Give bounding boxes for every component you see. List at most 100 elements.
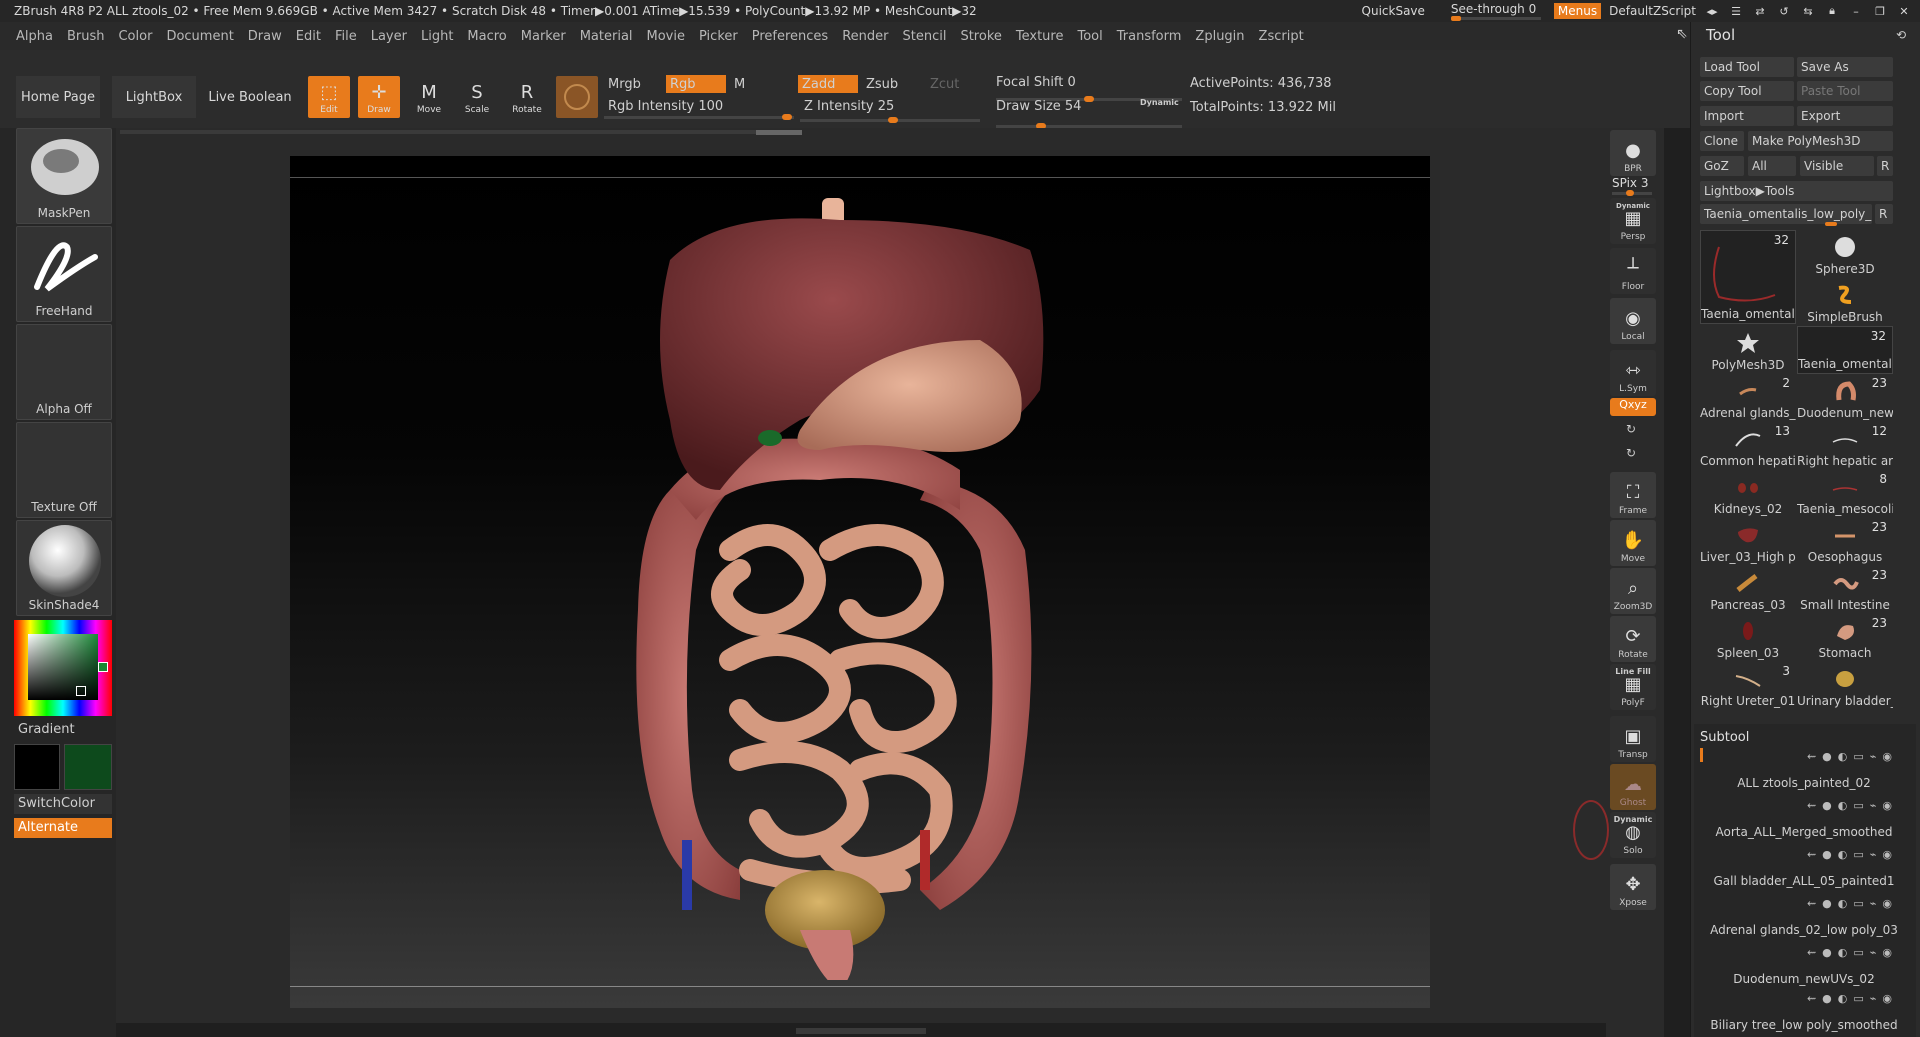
tool-cell-taenia-omentalis-selected[interactable]: 32 Taenia_omentali <box>1797 326 1893 374</box>
copy-tool-button[interactable]: Copy Tool <box>1700 81 1794 101</box>
tool-cell-taenia-mesocolica[interactable]: 8 Taenia_mesocoli <box>1797 470 1893 518</box>
redo-icon[interactable]: ⇆ <box>1800 4 1816 18</box>
m-button[interactable]: M <box>730 75 790 93</box>
tool-cell-right-ureter[interactable]: 3 Right Ureter_01 <box>1700 662 1796 710</box>
tool-palette-title[interactable]: Tool <box>1706 26 1735 44</box>
transp-button[interactable]: ▣ Transp <box>1610 716 1656 762</box>
menu-picker[interactable]: Picker <box>699 29 738 44</box>
y-rotate-icon[interactable]: ↻ <box>1626 422 1636 436</box>
tool-cell-right-hepatic[interactable]: 12 Right hepatic art <box>1797 422 1893 470</box>
tool-cell-urinary-bladder[interactable]: Urinary bladder_ <box>1797 662 1893 710</box>
live-boolean-button[interactable]: Live Boolean <box>208 76 292 118</box>
lightbox-button[interactable]: LightBox <box>112 76 196 118</box>
goz-visible-button[interactable]: Visible <box>1800 156 1874 176</box>
see-through-slider[interactable]: See-through 0 <box>1450 2 1546 21</box>
menu-texture[interactable]: Texture <box>1016 29 1064 44</box>
make-polymesh3d-button[interactable]: Make PolyMesh3D <box>1748 131 1893 151</box>
menu-zscript[interactable]: Zscript <box>1259 29 1304 44</box>
tool-cell-adrenal-glands[interactable]: 2 Adrenal glands_( <box>1700 374 1796 422</box>
rgb-intensity-slider[interactable] <box>604 114 794 120</box>
floor-button[interactable]: ┴ Floor <box>1610 248 1656 294</box>
subtool-row[interactable]: ⇜●◐▭⌁◉ Adrenal glands_02_low poly_03 <box>1706 891 1902 941</box>
subtool-controls-icon[interactable]: ⇜●◐▭⌁◉ <box>1807 750 1898 763</box>
menu-zplugin[interactable]: Zplugin <box>1195 29 1244 44</box>
lsym-button[interactable]: ⇿ L.Sym <box>1610 350 1656 396</box>
tool-cell-duodenum[interactable]: 23 Duodenum_newl <box>1797 374 1893 422</box>
bpr-button[interactable]: ● BPR <box>1610 130 1656 176</box>
scale-mode-button[interactable]: S Scale <box>456 76 498 118</box>
anatomy-model[interactable] <box>600 190 1060 980</box>
horizontal-scroll-thumb[interactable] <box>756 130 802 135</box>
draw-mode-button[interactable]: ✛ Draw <box>358 76 400 118</box>
lock-icon[interactable]: 🔒︎ <box>1824 4 1840 18</box>
menu-material[interactable]: Material <box>580 29 633 44</box>
draw-size-label[interactable]: Draw Size 54 <box>992 97 1132 115</box>
layout-icon[interactable]: ☰ <box>1728 4 1744 18</box>
xpose-button[interactable]: ✥ Xpose <box>1610 864 1656 910</box>
move-mode-button[interactable]: M Move <box>408 76 450 118</box>
dynamic-toggle[interactable]: Dynamic <box>1140 98 1179 107</box>
tool-cell-stomach[interactable]: 23 Stomach <box>1797 614 1893 662</box>
main-color-swatch[interactable] <box>14 744 60 790</box>
menu-draw[interactable]: Draw <box>248 29 282 44</box>
menu-stencil[interactable]: Stencil <box>902 29 946 44</box>
rotate-view-button[interactable]: ⟳ Rotate <box>1610 616 1656 662</box>
tool-cell-simplebrush[interactable]: SimpleBrush <box>1797 278 1893 326</box>
zoom3d-button[interactable]: ⌕ Zoom3D <box>1610 568 1656 614</box>
subtool-row[interactable]: ⇜●◐▭⌁◉ Aorta_ALL_Merged_smoothed <box>1706 793 1902 843</box>
menu-render[interactable]: Render <box>842 29 888 44</box>
rgb-button[interactable]: Rgb <box>666 75 726 93</box>
subtool-row[interactable]: ⇜●◐▭⌁◉ ALL ztools_painted_02 <box>1706 744 1902 794</box>
menu-brush[interactable]: Brush <box>67 29 105 44</box>
import-button[interactable]: Import <box>1700 106 1794 126</box>
z-rotate-icon[interactable]: ↻ <box>1626 446 1636 460</box>
switchcolor-button[interactable]: SwitchColor <box>14 794 112 814</box>
export-button[interactable]: Export <box>1797 106 1893 126</box>
menu-light[interactable]: Light <box>421 29 453 44</box>
menu-movie[interactable]: Movie <box>647 29 685 44</box>
shelf-toggle-icon[interactable]: ◂▸ <box>1704 4 1720 18</box>
home-page-button[interactable]: Home Page <box>16 76 100 118</box>
tool-cell-taenia-omentalis[interactable]: 32 Taenia_omentali <box>1700 230 1796 324</box>
subtool-controls-icon[interactable]: ⇜●◐▭⌁◉ <box>1807 992 1898 1005</box>
subtool-row[interactable]: ⇜●◐▭⌁◉ Duodenum_newUVs_02 <box>1706 940 1902 990</box>
focal-shift-label[interactable]: Focal Shift 0 <box>992 73 1182 91</box>
z-intensity-slider[interactable] <box>800 117 980 123</box>
color-picker-square[interactable] <box>28 634 98 700</box>
menu-stroke[interactable]: Stroke <box>960 29 1001 44</box>
subtool-row[interactable]: ⇜●◐▭⌁◉ Biliary tree_low poly_smoothed <box>1706 986 1902 1036</box>
solo-button[interactable]: Dynamic ◍ Solo <box>1610 812 1656 858</box>
close-icon[interactable]: ✕ <box>1896 4 1912 18</box>
tool-cell-spleen[interactable]: Spleen_03 <box>1700 614 1796 662</box>
move-view-button[interactable]: ✋ Move <box>1610 520 1656 566</box>
restore-icon[interactable]: ❐ <box>1872 4 1888 18</box>
horizontal-scrollbar[interactable] <box>120 130 802 134</box>
spix-label[interactable]: SPix 3 <box>1612 176 1648 190</box>
tool-palette-collapse-icon[interactable]: ⟲ <box>1896 28 1906 42</box>
menu-macro[interactable]: Macro <box>467 29 506 44</box>
undo-icon[interactable]: ↺ <box>1776 4 1792 18</box>
paste-tool-button[interactable]: Paste Tool <box>1797 81 1893 101</box>
subtool-scroll-indicator[interactable] <box>1700 748 1703 762</box>
menu-marker[interactable]: Marker <box>521 29 566 44</box>
ghost-button[interactable]: ☁ Ghost <box>1610 764 1656 810</box>
material-swatch-button[interactable] <box>556 76 598 118</box>
edit-mode-button[interactable]: ⬚ Edit <box>308 76 350 118</box>
alternate-button[interactable]: Alternate <box>14 818 112 838</box>
current-tool-slider-thumb[interactable] <box>1825 222 1837 226</box>
persp-button[interactable]: Dynamic ▦ Persp <box>1610 198 1656 244</box>
tool-cell-small-intestine[interactable]: 23 Small Intestine <box>1797 566 1893 614</box>
lightbox-tools-button[interactable]: Lightbox▶Tools <box>1700 181 1893 201</box>
z-intensity-label[interactable]: Z Intensity 25 <box>800 97 980 115</box>
swap-icon[interactable]: ⇄ <box>1752 4 1768 18</box>
save-as-button[interactable]: Save As <box>1797 57 1893 77</box>
frame-button[interactable]: ⛶ Frame <box>1610 472 1656 518</box>
clone-button[interactable]: Clone <box>1700 131 1744 151</box>
polyf-button[interactable]: Line Fill ▦ PolyF <box>1610 664 1656 710</box>
zsub-button[interactable]: Zsub <box>862 75 922 93</box>
tool-cell-liver[interactable]: Liver_03_High po <box>1700 518 1796 566</box>
tool-cell-polymesh3d[interactable]: PolyMesh3D <box>1700 326 1796 374</box>
menu-file[interactable]: File <box>335 29 357 44</box>
tool-cell-pancreas[interactable]: Pancreas_03 <box>1700 566 1796 614</box>
goz-all-button[interactable]: All <box>1748 156 1796 176</box>
